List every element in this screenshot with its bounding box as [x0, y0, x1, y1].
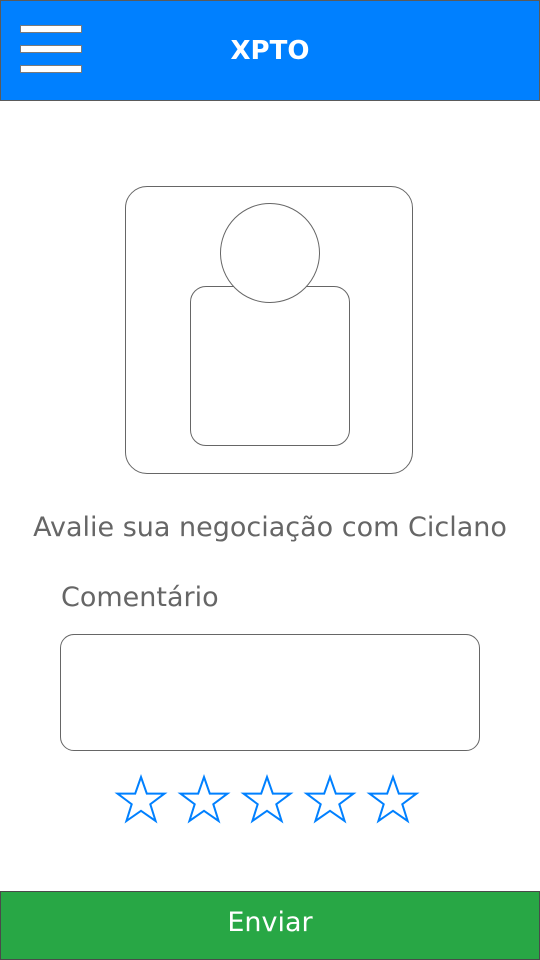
rating-prompt: Avalie sua negociação com Ciclano	[33, 512, 507, 543]
menu-bar	[20, 45, 82, 53]
menu-bar	[20, 25, 82, 33]
star-icon[interactable]	[365, 773, 421, 829]
avatar-head-shape	[220, 203, 320, 303]
menu-bar	[20, 65, 82, 73]
app-header	[0, 0, 540, 101]
star-icon[interactable]	[302, 773, 358, 829]
star-icon[interactable]	[113, 773, 169, 829]
avatar-body-shape	[190, 286, 350, 446]
star-icon[interactable]	[176, 773, 232, 829]
comment-label: Comentário	[61, 582, 219, 613]
star-icon[interactable]	[239, 773, 295, 829]
star-rating	[113, 773, 433, 829]
user-avatar	[125, 186, 413, 474]
submit-button[interactable]: Enviar	[0, 891, 540, 960]
comment-input[interactable]	[60, 634, 480, 751]
hamburger-menu-icon[interactable]	[20, 25, 82, 73]
